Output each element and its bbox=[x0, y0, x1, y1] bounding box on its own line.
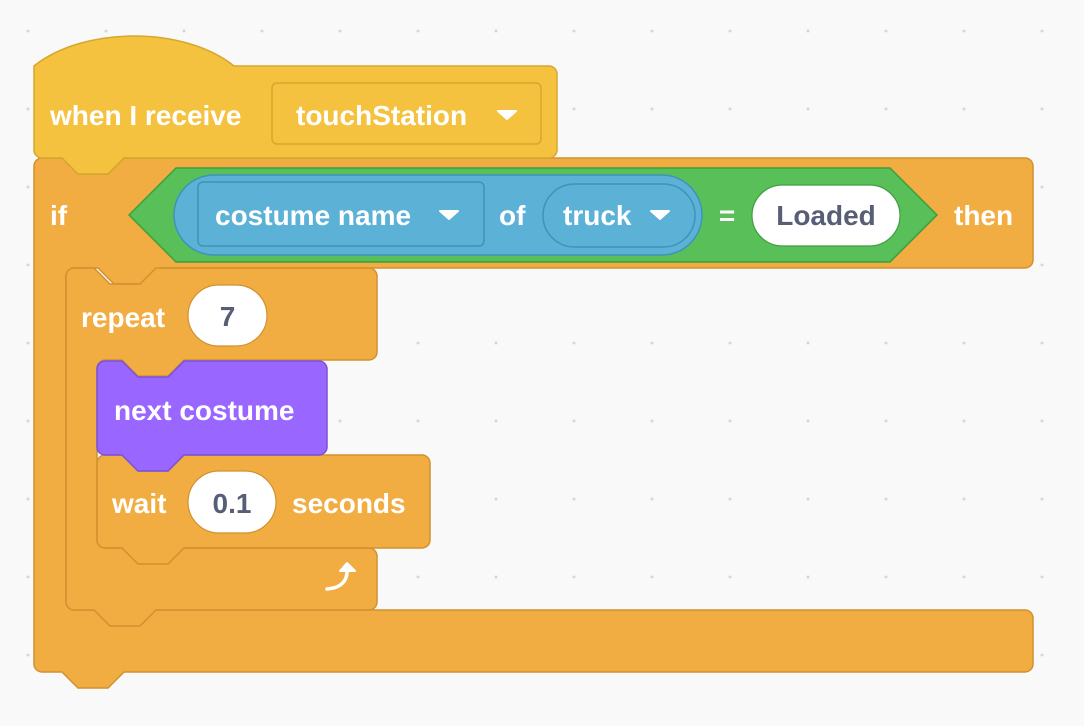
repeat-label: repeat bbox=[81, 302, 165, 333]
when-i-receive-label: when I receive bbox=[49, 100, 241, 131]
attribute-dropdown[interactable]: costume name bbox=[197, 181, 485, 247]
compare-value-input[interactable]: Loaded bbox=[751, 184, 901, 247]
equals-operator-label: = bbox=[719, 200, 735, 231]
seconds-label: seconds bbox=[292, 488, 406, 519]
sprite-dropdown[interactable]: truck bbox=[542, 183, 696, 248]
when-i-receive-hat-block[interactable]: when I receive touchStation bbox=[33, 35, 558, 175]
if-label: if bbox=[50, 200, 68, 231]
equals-operator-block[interactable]: = costume name of truck Loaded bbox=[127, 167, 939, 263]
repeat-count-text: 7 bbox=[220, 301, 236, 332]
wait-seconds-text: 0.1 bbox=[213, 488, 252, 519]
then-label: then bbox=[954, 200, 1013, 231]
next-costume-block[interactable]: next costume bbox=[96, 360, 328, 472]
wait-label: wait bbox=[111, 488, 166, 519]
sprite-dropdown-label: truck bbox=[563, 200, 632, 231]
script-stack[interactable]: if then = costume name of truck Loaded r… bbox=[0, 0, 1084, 726]
message-dropdown[interactable]: touchStation bbox=[271, 82, 542, 145]
repeat-count-input[interactable]: 7 bbox=[187, 284, 268, 347]
wait-seconds-input[interactable]: 0.1 bbox=[187, 470, 277, 534]
next-costume-label: next costume bbox=[114, 395, 295, 426]
compare-value-text: Loaded bbox=[776, 200, 876, 231]
of-label: of bbox=[499, 200, 526, 231]
attribute-dropdown-label: costume name bbox=[215, 200, 411, 231]
sensing-of-block[interactable]: costume name of truck bbox=[173, 174, 703, 256]
message-dropdown-label: touchStation bbox=[296, 100, 467, 131]
